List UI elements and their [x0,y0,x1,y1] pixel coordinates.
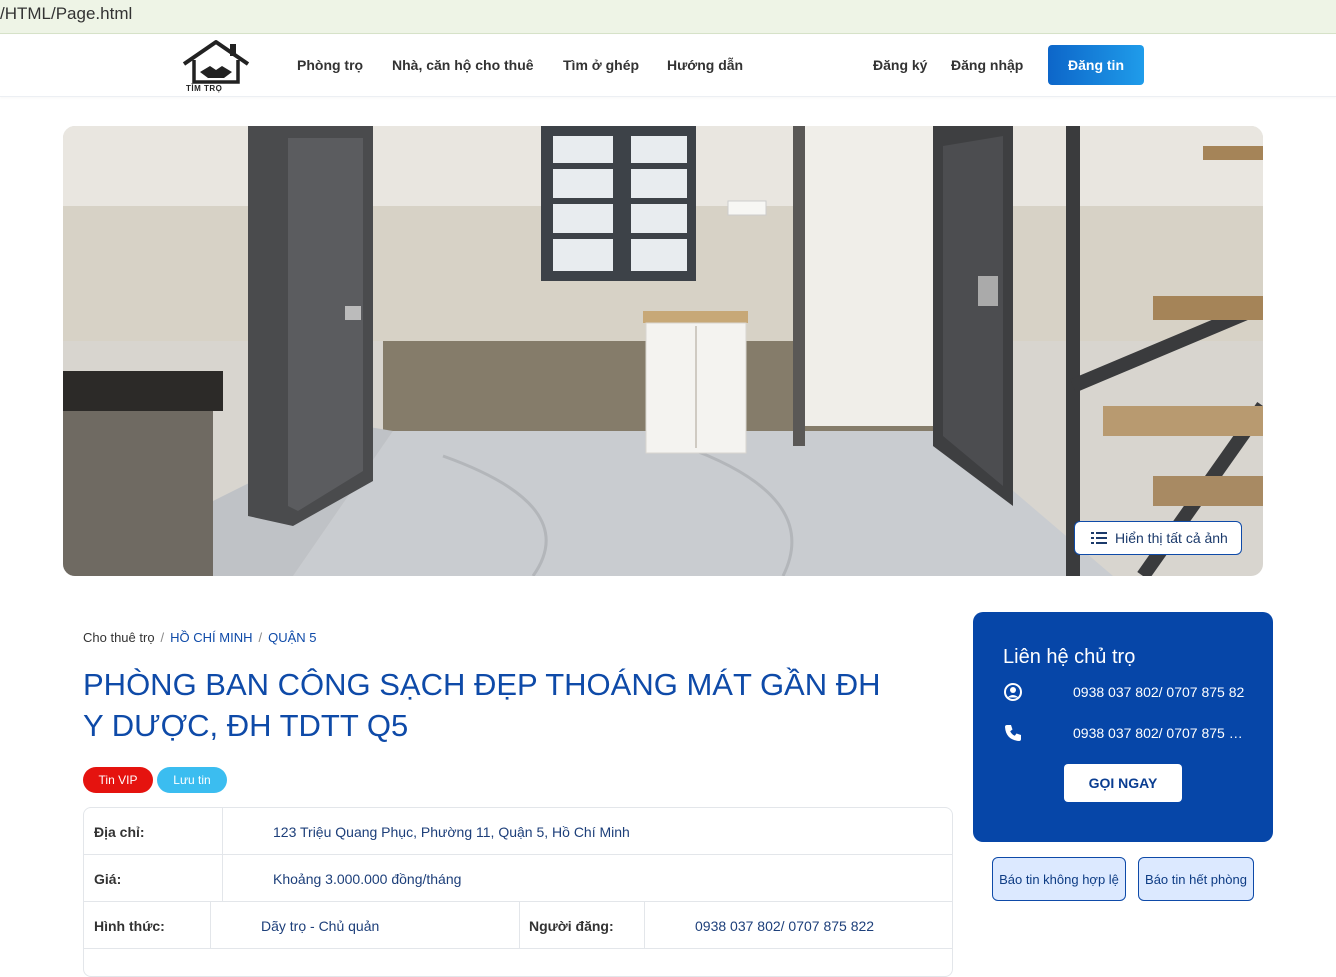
list-icon [1091,532,1107,544]
nav-nha-can-ho[interactable]: Nhà, căn hộ cho thuê [392,57,534,73]
post-listing-button[interactable]: Đăng tin [1048,45,1144,85]
price-label: Giá: [94,870,122,887]
breadcrumb-separator: / [258,630,263,645]
info-row-address: Địa chỉ: 123 Triệu Quang Phục, Phường 11… [84,808,952,855]
listing-title: PHÒNG BAN CÔNG SẠCH ĐẸP THOÁNG MÁT GẦN Đ… [83,667,881,743]
user-circle-icon [1004,683,1022,701]
breadcrumb-item-city[interactable]: HỒ CHÍ MINH [170,630,252,645]
info-row-price: Giá: Khoảng 3.000.000 đồng/tháng [84,855,952,902]
price-value: Khoảng 3.000.000 đồng/tháng [273,870,462,887]
contact-title: Liên hệ chủ trọ [1003,646,1136,668]
poster-value: 0938 037 802/ 0707 875 822 [695,917,875,934]
vip-badge: Tin VIP [83,767,153,793]
site-logo[interactable]: TÌM TRỌ [180,38,252,96]
call-now-button[interactable]: GỌI NGAY [1064,764,1182,802]
breadcrumb-item-district[interactable]: QUẬN 5 [268,630,316,645]
login-link[interactable]: Đăng nhập [951,57,1023,73]
breadcrumb-item-home[interactable]: Cho thuê trọ [83,630,155,645]
address-url[interactable]: /HTML/Page.html [0,4,132,24]
nav-huong-dan[interactable]: Hướng dẫn [667,57,743,73]
address-bar[interactable]: /HTML/Page.html [0,0,1336,34]
house-logo-icon [182,40,250,84]
contact-card: Liên hệ chủ trọ 0938 037 802/ 0707 875 8… [973,612,1273,842]
show-all-photos-button[interactable]: Hiển thị tất cả ảnh [1074,521,1242,555]
contact-phone: 0938 037 802/ 0707 875 822 [1073,725,1245,741]
divider [222,855,223,902]
contact-phone-row: 0938 037 802/ 0707 875 822 [1003,723,1245,743]
divider [644,902,645,949]
breadcrumb-separator: / [160,630,165,645]
info-row-type: Hình thức: Dãy trọ - Chủ quản Người đăng… [84,902,952,949]
report-invalid-button[interactable]: Báo tin không hợp lệ [992,857,1126,901]
poster-label: Người đăng: [529,917,614,934]
report-full-button[interactable]: Báo tin hết phòng [1138,857,1254,901]
divider [222,808,223,855]
room-photo-illustration [63,126,1263,576]
breadcrumb: Cho thuê trọ / HỒ CHÍ MINH / QUẬN 5 [83,630,317,645]
register-link[interactable]: Đăng ký [873,57,927,73]
listing-photo[interactable]: Hiển thị tất cả ảnh [63,126,1263,576]
phone-icon [1005,725,1021,741]
divider [210,902,211,949]
nav-tim-o-ghep[interactable]: Tìm ở ghép [563,57,639,73]
save-listing-button[interactable]: Lưu tin [157,767,227,793]
show-all-photos-label: Hiển thị tất cả ảnh [1115,530,1228,546]
nav-phong-tro[interactable]: Phòng trọ [297,57,363,73]
contact-name-row: 0938 037 802/ 0707 875 822 [1003,682,1245,702]
type-label: Hình thức: [94,917,165,934]
contact-name: 0938 037 802/ 0707 875 822 [1073,684,1245,700]
site-header: TÌM TRỌ Phòng trọ Nhà, căn hộ cho thuê T… [0,35,1336,97]
type-value: Dãy trọ - Chủ quản [261,917,380,934]
address-value: 123 Triệu Quang Phục, Phường 11, Quận 5,… [273,823,630,840]
listing-info-table: Địa chỉ: 123 Triệu Quang Phục, Phường 11… [83,807,953,977]
logo-text: TÌM TRỌ [186,84,223,93]
address-label: Địa chỉ: [94,823,145,840]
